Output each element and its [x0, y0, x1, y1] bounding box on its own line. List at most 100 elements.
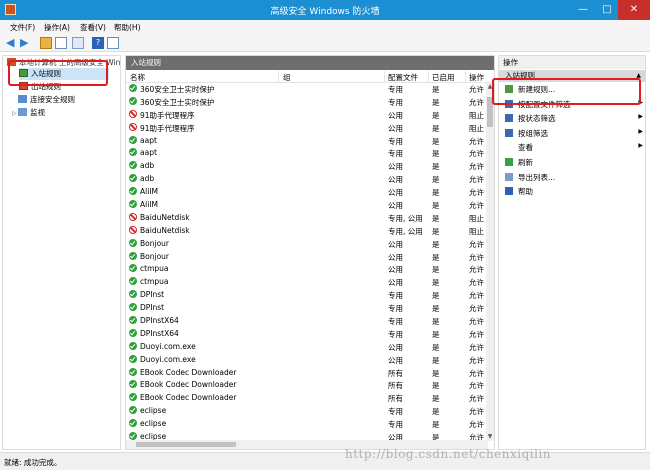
rule-enabled: 是	[432, 317, 440, 327]
table-row[interactable]: ctmpua 公用 是 允许	[126, 263, 488, 276]
rule-enabled: 是	[432, 252, 440, 262]
allow-check-icon	[129, 84, 137, 92]
tree-item-connection-security[interactable]: 连接安全规则	[12, 94, 75, 106]
table-row[interactable]: EBook Codec Downloader 所有 是 允许	[126, 392, 488, 405]
column-divider[interactable]	[384, 71, 385, 82]
rule-name: DPInst	[140, 303, 165, 313]
menu-action[interactable]: 操作(A)	[44, 22, 70, 33]
navigation-tree: 本地计算机 上的高级安全 Win 入站规则 出站规则 连接安全规则 ▷ 监视	[2, 55, 121, 450]
table-row[interactable]: aapt 专用 是 允许	[126, 135, 488, 148]
allow-check-icon	[129, 367, 137, 376]
col-header-enabled[interactable]: 已启用	[432, 72, 455, 83]
rule-enabled: 是	[432, 394, 440, 404]
table-row[interactable]: aapt 专用 是 允许	[126, 147, 488, 160]
forward-arrow-icon[interactable]: ▶	[20, 37, 32, 49]
table-row[interactable]: BaiduNetdisk 专用, 公用是 阻止	[126, 212, 488, 225]
table-row[interactable]: Duoyi.com.exe 公用 是 允许	[126, 341, 488, 354]
rule-profile: 公用	[388, 239, 403, 249]
rule-enabled: 是	[432, 407, 440, 417]
rule-name: aapt	[140, 135, 157, 145]
rule-name: Bonjour	[140, 238, 169, 248]
vertical-scrollbar[interactable]: ▲ ▼	[486, 83, 494, 441]
rule-name: DPInstX64	[140, 316, 179, 326]
rule-action: 允许	[469, 317, 484, 327]
action-label: 按组筛选	[518, 128, 548, 138]
tree-conn-label: 连接安全规则	[30, 95, 75, 104]
table-row[interactable]: adb 公用 是 允许	[126, 173, 488, 186]
table-row[interactable]: AliIM 公用 是 允许	[126, 199, 488, 212]
action-item[interactable]: 按状态筛选 ▶	[505, 113, 643, 125]
highlight-box-inbound	[8, 60, 108, 86]
help-icon[interactable]: ?	[92, 37, 104, 49]
minimize-button[interactable]: —	[570, 0, 596, 20]
table-row[interactable]: Bonjour 公用 是 允许	[126, 251, 488, 264]
table-row[interactable]: DPInst 专用 是 允许	[126, 289, 488, 302]
col-header-group[interactable]: 组	[283, 72, 291, 83]
rule-action: 允许	[469, 239, 484, 249]
maximize-button[interactable]: □	[594, 0, 620, 20]
monitoring-icon	[18, 108, 27, 116]
rule-profile: 公用	[388, 162, 403, 172]
table-row[interactable]: ctmpua 公用 是 允许	[126, 276, 488, 289]
menu-help[interactable]: 帮助(H)	[114, 22, 141, 33]
table-row[interactable]: AliIM 公用 是 允许	[126, 186, 488, 199]
table-row[interactable]: 360安全卫士实时保护 专用 是 允许	[126, 83, 488, 96]
table-row[interactable]: eclipse 专用 是 允许	[126, 418, 488, 431]
table-row[interactable]: adb 公用 是 允许	[126, 160, 488, 173]
block-icon	[129, 212, 137, 221]
table-row[interactable]: EBook Codec Downloader 所有 是 允许	[126, 379, 488, 392]
back-arrow-icon[interactable]: ◀	[6, 37, 18, 49]
rule-action: 阻止	[469, 123, 484, 133]
close-button[interactable]: ✕	[618, 0, 650, 20]
table-row[interactable]: Duoyi.com.exe 公用 是 允许	[126, 354, 488, 367]
allow-check-icon	[129, 354, 137, 363]
col-header-action[interactable]: 操作	[469, 72, 484, 83]
action-item[interactable]: 查看 ▶	[505, 142, 643, 154]
menu-view[interactable]: 查看(V)	[80, 22, 106, 33]
table-row[interactable]: Bonjour 公用 是 允许	[126, 238, 488, 251]
col-header-name[interactable]: 名称	[130, 72, 145, 83]
scroll-thumb[interactable]	[136, 442, 236, 447]
allow-check-icon	[129, 187, 137, 196]
show-hide-tree-icon[interactable]	[55, 37, 67, 49]
action-item[interactable]: 按组筛选 ▶	[505, 128, 643, 140]
table-row[interactable]: EBook Codec Downloader 所有 是 允许	[126, 367, 488, 380]
rule-enabled: 是	[432, 97, 440, 107]
export-icon[interactable]	[72, 37, 84, 49]
block-icon	[129, 122, 137, 131]
column-divider[interactable]	[465, 71, 466, 82]
action-item[interactable]: 导出列表...	[505, 172, 643, 184]
tree-item-monitoring[interactable]: ▷ 监视	[12, 107, 45, 119]
rule-action: 阻止	[469, 226, 484, 236]
table-row[interactable]: DPInstX64 专用 是 允许	[126, 328, 488, 341]
table-row[interactable]: DPInstX64 专用 是 允许	[126, 315, 488, 328]
status-bar: 就绪: 成功完成。	[0, 452, 650, 470]
action-label: 帮助	[518, 187, 533, 197]
column-divider[interactable]	[278, 71, 279, 82]
rule-enabled: 是	[432, 381, 440, 391]
table-row[interactable]: DPInst 专用 是 允许	[126, 302, 488, 315]
rule-profile: 公用	[388, 342, 403, 352]
rule-name: Bonjour	[140, 251, 169, 261]
rule-name: ctmpua	[140, 264, 169, 274]
rule-enabled: 是	[432, 175, 440, 185]
rule-profile: 专用	[388, 85, 403, 94]
action-item[interactable]: 刷新	[505, 157, 643, 169]
table-row[interactable]: eclipse 专用 是 允许	[126, 405, 488, 418]
filter-icon	[505, 114, 513, 123]
col-header-profile[interactable]: 配置文件	[388, 72, 418, 83]
table-row[interactable]: 360安全卫士实时保护 专用 是 允许	[126, 96, 488, 109]
table-row[interactable]: BaiduNetdisk 专用, 公用是 阻止	[126, 225, 488, 238]
rule-enabled: 是	[432, 123, 440, 133]
action-pane-icon[interactable]	[107, 37, 119, 49]
rule-name: adb	[140, 174, 155, 184]
rule-action: 允许	[469, 136, 484, 146]
menu-file[interactable]: 文件(F)	[10, 22, 35, 33]
table-row[interactable]: 91助手代理程序 公用 是 阻止	[126, 109, 488, 122]
rule-name: BaiduNetdisk	[140, 212, 190, 222]
action-item[interactable]: 帮助	[505, 186, 643, 198]
column-divider[interactable]	[428, 71, 429, 82]
up-folder-icon[interactable]	[40, 37, 52, 49]
table-row[interactable]: 91助手代理程序 公用 是 阻止	[126, 122, 488, 135]
allow-check-icon	[129, 393, 137, 402]
